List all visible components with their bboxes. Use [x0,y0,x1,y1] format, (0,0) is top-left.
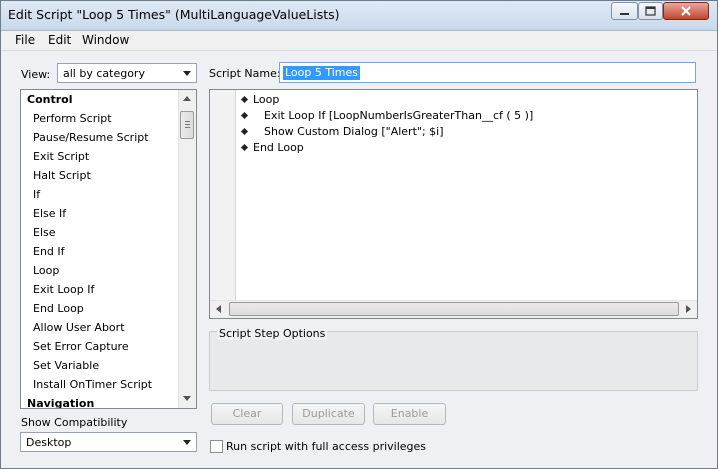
list-item[interactable]: Halt Script [33,169,91,182]
close-button[interactable] [663,2,709,20]
list-item[interactable]: Loop [33,264,59,277]
show-compatibility-label: Show Compatibility [21,416,128,429]
grip-line [185,124,190,125]
maximize-icon [645,6,656,16]
enable-button[interactable]: Enable [373,403,446,425]
list-item[interactable]: Perform Script [33,112,112,125]
drag-handle-icon[interactable] [240,143,249,152]
list-item[interactable]: Exit Script [33,150,89,163]
script-name-input[interactable]: Loop 5 Times [279,62,696,83]
grip-line [185,127,190,128]
script-step[interactable]: Show Custom Dialog ["Alert"; $i] [264,125,444,138]
title-bar[interactable]: Edit Script "Loop 5 Times" (MultiLanguag… [1,1,717,31]
minimize-button[interactable] [611,2,638,20]
menu-window[interactable]: Window [82,33,129,47]
list-item[interactable]: Else [33,226,56,239]
list-item[interactable]: If [33,188,40,201]
script-editor[interactable]: Loop Exit Loop If [LoopNumberIsGreaterTh… [209,89,698,319]
list-item[interactable]: Else If [33,207,66,220]
list-category-header: Navigation [27,397,95,409]
scroll-thumb[interactable] [180,111,194,139]
list-item[interactable]: Exit Loop If [33,283,94,296]
full-access-label[interactable]: Run script with full access privileges [226,440,426,453]
drag-handle-icon[interactable] [240,127,249,136]
chevron-down-icon [183,71,191,76]
hscroll-thumb[interactable] [229,302,679,316]
editor-hscrollbar[interactable] [210,300,697,318]
view-label: View: [21,68,51,81]
list-scrollbar[interactable] [178,90,196,408]
list-item[interactable]: End If [33,245,65,258]
chevron-down-icon [183,440,191,445]
compatibility-select[interactable]: Desktop [20,432,197,452]
editor-gutter [210,90,236,301]
list-category-header: Control [27,93,73,106]
script-step[interactable]: Exit Loop If [LoopNumberIsGreaterThan__c… [264,109,533,122]
grip-line [185,121,190,122]
script-step[interactable]: Loop [253,93,279,106]
script-steps-list[interactable]: Control Perform Script Pause/Resume Script… [20,89,197,409]
list-item[interactable]: End Loop [33,302,84,315]
scroll-down-icon[interactable] [183,396,191,401]
script-step-options-title: Script Step Options [217,327,328,340]
menu-file[interactable]: File [15,33,35,47]
list-item[interactable]: Set Error Capture [33,340,129,353]
scroll-right-icon[interactable] [686,305,691,313]
duplicate-button[interactable]: Duplicate [292,403,365,425]
list-item[interactable]: Allow User Abort [33,321,125,334]
script-step-options-panel: Script Step Options [209,327,698,391]
compatibility-select-value: Desktop [26,436,72,449]
clear-button[interactable]: Clear [211,403,283,425]
script-name-label: Script Name: [209,67,281,80]
menu-edit[interactable]: Edit [48,33,71,47]
view-select-value: all by category [63,67,145,80]
edit-script-window: Edit Script "Loop 5 Times" (MultiLanguag… [0,0,718,469]
window-title: Edit Script "Loop 5 Times" (MultiLanguag… [8,7,340,22]
drag-handle-icon[interactable] [240,95,249,104]
script-name-value: Loop 5 Times [283,66,361,80]
list-item[interactable]: Pause/Resume Script [33,131,149,144]
close-icon [681,6,691,16]
scroll-up-icon[interactable] [183,96,191,101]
view-select[interactable]: all by category [57,63,197,83]
scroll-left-icon[interactable] [216,305,221,313]
maximize-button[interactable] [638,2,663,20]
menu-bar: File Edit Window [1,31,717,51]
full-access-checkbox[interactable] [210,440,223,453]
drag-handle-icon[interactable] [240,111,249,120]
list-item[interactable]: Install OnTimer Script [33,378,152,391]
list-item[interactable]: Set Variable [33,359,99,372]
script-step[interactable]: End Loop [253,141,304,154]
minimize-icon [620,13,629,15]
